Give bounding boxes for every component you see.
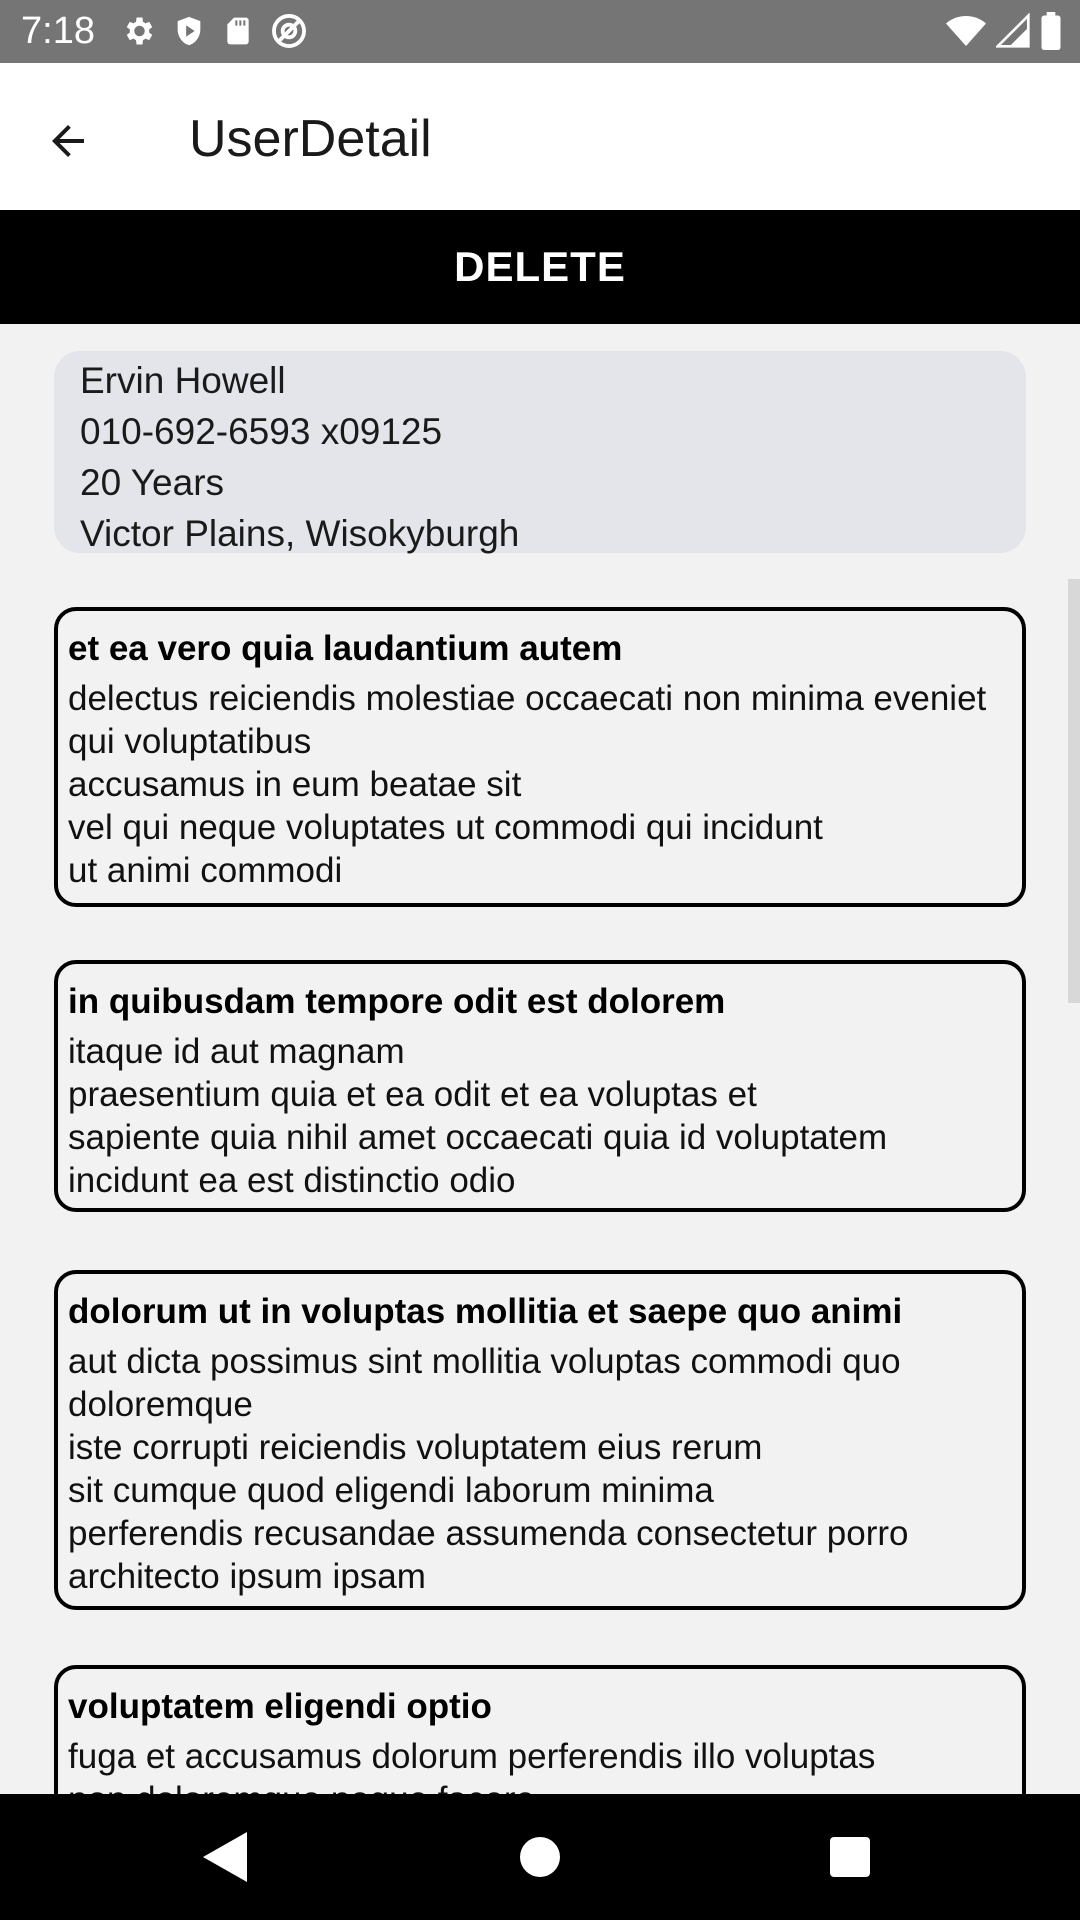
home-circle-icon [520, 1837, 560, 1877]
shield-icon [177, 16, 201, 46]
status-icons-right [946, 10, 1062, 52]
battery-icon [1041, 12, 1061, 50]
back-triangle-icon [203, 1832, 247, 1882]
page-title: UserDetail [189, 110, 432, 168]
user-name: Ervin Howell [80, 360, 286, 401]
post-card[interactable]: voluptatem eligendi optio fuga et accusa… [54, 1665, 1026, 1794]
content-scroll[interactable]: Ervin Howell 010-692-6593 x09125 20 Year… [0, 324, 1080, 1794]
recents-square-icon [830, 1837, 870, 1877]
user-address: Victor Plains, Wisokyburgh [80, 513, 520, 554]
status-time: 7:18 [21, 10, 95, 52]
sd-card-icon [227, 17, 249, 45]
post-body: aut dicta possimus sint mollitia volupta… [68, 1342, 909, 1596]
post-body: delectus reiciendis molestiae occaecati … [68, 679, 987, 890]
nav-recents-button[interactable] [817, 1824, 883, 1890]
post-title: dolorum ut in voluptas mollitia et saepe… [68, 1292, 903, 1331]
post-title: et ea vero quia laudantium autem [68, 629, 623, 668]
post-card[interactable]: in quibusdam tempore odit est dolorem it… [54, 960, 1026, 1212]
post-card[interactable]: dolorum ut in voluptas mollitia et saepe… [54, 1270, 1026, 1610]
post-title: voluptatem eligendi optio [68, 1687, 492, 1726]
back-button[interactable] [30, 103, 106, 179]
delete-button[interactable]: DELETE [0, 210, 1080, 324]
system-nav-bar [0, 1794, 1080, 1920]
app-bar: UserDetail [0, 63, 1080, 210]
wifi-icon [946, 16, 986, 46]
user-phone: 010-692-6593 x09125 [80, 411, 443, 452]
delete-button-label: DELETE [454, 243, 626, 290]
post-title: in quibusdam tempore odit est dolorem [68, 982, 726, 1021]
scrollbar-thumb[interactable] [1068, 579, 1080, 1003]
post-body: itaque id aut magnam praesentium quia et… [68, 1032, 888, 1200]
cell-signal-icon [996, 13, 1030, 48]
user-info-card: Ervin Howell 010-692-6593 x09125 20 Year… [54, 351, 1026, 554]
status-icons-left [120, 10, 308, 52]
arrow-back-icon [52, 125, 84, 157]
status-bar: 7:18 [0, 0, 1080, 63]
nav-back-button[interactable] [192, 1824, 258, 1890]
at-sign-icon [272, 14, 306, 48]
post-body: fuga et accusamus dolorum perferendis il… [68, 1737, 876, 1794]
user-age: 20 Years [80, 462, 225, 503]
nav-home-button[interactable] [507, 1824, 573, 1890]
gear-icon [126, 17, 153, 45]
post-card[interactable]: et ea vero quia laudantium autem delectu… [54, 607, 1026, 907]
